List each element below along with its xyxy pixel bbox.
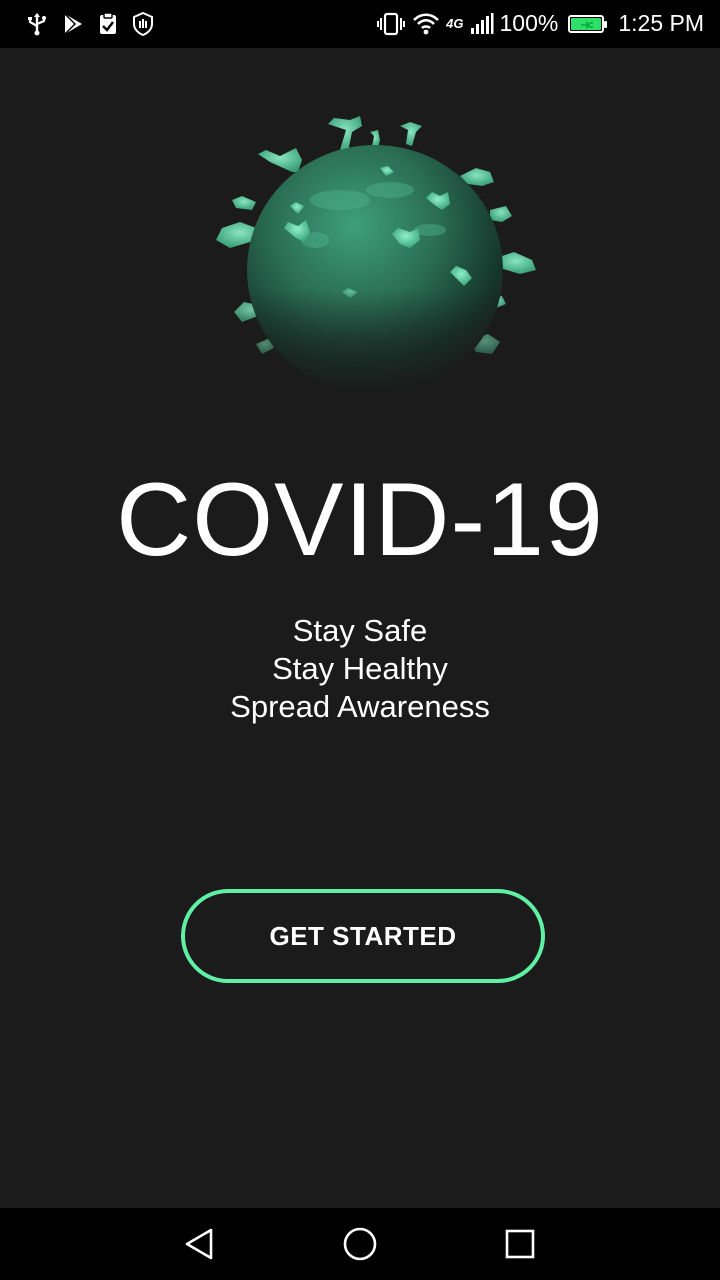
clock: 1:25 PM: [618, 10, 704, 36]
usb-icon: [26, 12, 48, 36]
back-icon[interactable]: [160, 1208, 240, 1280]
vibrate-icon: [376, 12, 406, 36]
clipboard-check-icon: [98, 12, 118, 36]
tagline-spread-awareness: Spread Awareness: [230, 689, 490, 724]
play-store-icon: [62, 12, 84, 36]
virus-illustration: [200, 110, 550, 410]
battery-charging-icon: [568, 14, 608, 33]
battery-percent: 100%: [499, 10, 559, 36]
notification-icons: [26, 12, 154, 36]
home-icon[interactable]: [320, 1208, 400, 1280]
tagline-stay-safe: Stay Safe: [292, 613, 428, 648]
recents-icon[interactable]: [480, 1208, 560, 1280]
system-status: 4G 100% 1:25 PM: [376, 10, 704, 37]
shield-hand-icon: [132, 12, 154, 36]
app-title: COVID-19: [116, 462, 604, 578]
cell-signal-icon: [470, 12, 494, 36]
tagline-stay-healthy: Stay Healthy: [272, 651, 448, 686]
network-type-label: 4G: [446, 16, 464, 31]
wifi-icon: [412, 12, 440, 36]
status-bar: 4G 100% 1:25 PM: [0, 0, 720, 48]
navigation-bar: [0, 1208, 720, 1280]
splash-screen: 4G 100% 1:25 PM COVID-19 Stay Safe Stay …: [0, 0, 720, 1280]
get-started-button[interactable]: GET STARTED: [181, 889, 545, 983]
